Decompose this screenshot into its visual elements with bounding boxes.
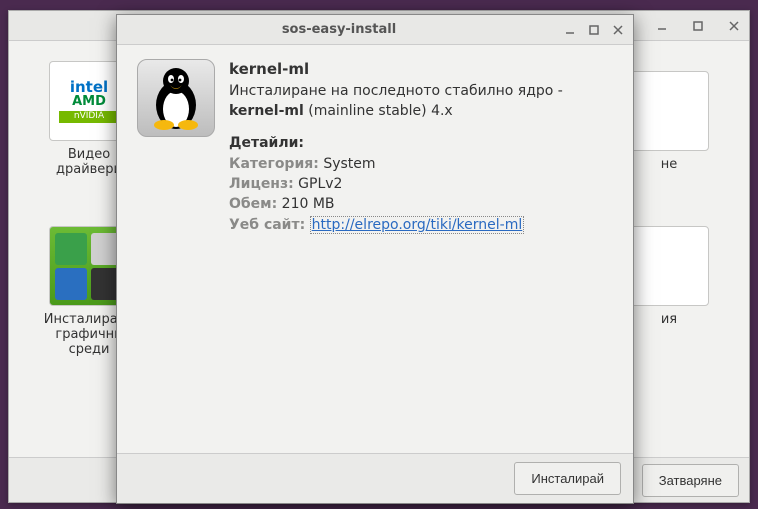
- parent-close-icon[interactable]: [727, 19, 741, 33]
- category-label: Категория:: [229, 156, 319, 172]
- package-description: Инсталиране на последното стабилно ядро …: [229, 81, 613, 122]
- package-details-dialog: sos-easy-install: [116, 14, 634, 504]
- partial-icon-top: [629, 71, 709, 151]
- partial-label-bottom: ия: [619, 312, 719, 327]
- dialog-minimize-icon[interactable]: [563, 23, 577, 37]
- package-name: kernel-ml: [229, 59, 613, 81]
- dialog-maximize-icon[interactable]: [587, 23, 601, 37]
- tux-icon: [137, 59, 215, 137]
- detail-size: Обем: 210 MB: [229, 194, 613, 214]
- detail-category: Категория: System: [229, 154, 613, 174]
- dialog-title: sos-easy-install: [125, 22, 553, 37]
- partial-label-top: не: [619, 157, 719, 172]
- dialog-footer: Инсталирай: [117, 453, 633, 503]
- size-label: Обем:: [229, 196, 277, 212]
- details-heading: Детайли:: [229, 133, 613, 153]
- partial-icon-bottom: [629, 226, 709, 306]
- website-label: Уеб сайт:: [229, 217, 305, 233]
- detail-website: Уеб сайт: http://elrepo.org/tiki/kernel-…: [229, 215, 613, 235]
- size-value: 210 MB: [282, 196, 335, 212]
- detail-license: Лиценз: GPLv2: [229, 174, 613, 194]
- dialog-body: kernel-ml Инсталиране на последното стаб…: [117, 45, 633, 453]
- license-value: GPLv2: [298, 176, 342, 192]
- close-button[interactable]: Затваряне: [642, 464, 739, 497]
- category-value: System: [323, 156, 375, 172]
- package-info: kernel-ml Инсталиране на последното стаб…: [229, 59, 613, 235]
- dialog-close-icon[interactable]: [611, 23, 625, 37]
- partial-tile-top[interactable]: не: [619, 71, 719, 172]
- install-button[interactable]: Инсталирай: [514, 462, 621, 495]
- license-label: Лиценз:: [229, 176, 294, 192]
- website-link[interactable]: http://elrepo.org/tiki/kernel-ml: [310, 216, 525, 234]
- parent-minimize-icon[interactable]: [655, 19, 669, 33]
- dialog-titlebar: sos-easy-install: [117, 15, 633, 45]
- partial-tile-bottom[interactable]: ия: [619, 226, 719, 327]
- parent-maximize-icon[interactable]: [691, 19, 705, 33]
